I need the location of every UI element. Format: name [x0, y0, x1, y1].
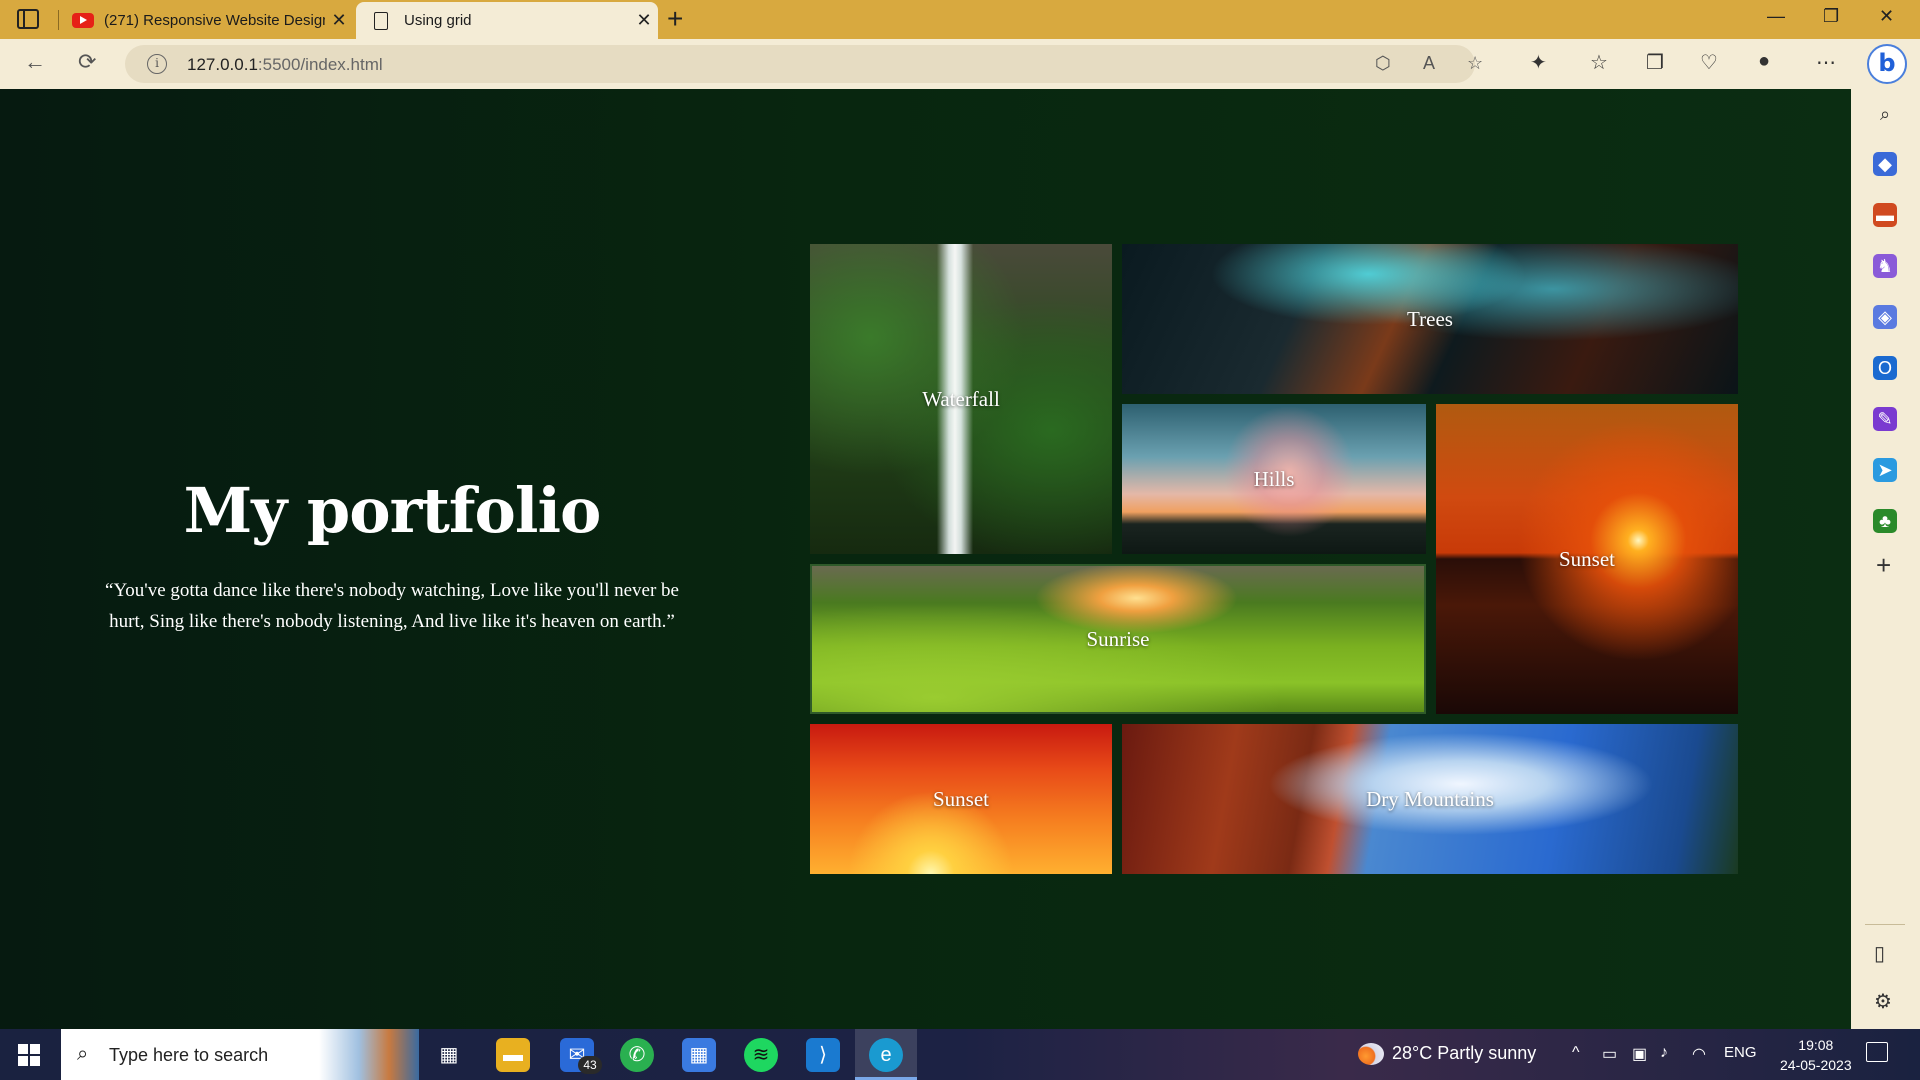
notifications-icon[interactable] — [1866, 1042, 1888, 1062]
partly-sunny-icon — [1358, 1043, 1384, 1066]
extensions-icon[interactable]: ✦ — [1530, 50, 1547, 75]
tools-icon[interactable]: ▬ — [1873, 203, 1897, 227]
restore-button[interactable]: ❐ — [1823, 6, 1839, 27]
tree-icon[interactable]: ♣ — [1873, 509, 1897, 533]
gallery-card-waterfall: Waterfall — [810, 244, 1112, 554]
collections-icon[interactable]: ❐ — [1646, 50, 1664, 75]
add-sidebar-app-icon[interactable]: + — [1876, 552, 1891, 578]
url-text[interactable]: 127.0.0.1:5500/index.html — [187, 55, 383, 75]
shopping-icon[interactable]: ◆ — [1873, 152, 1897, 176]
gallery-card-dry-mountains: Dry Mountains — [1122, 724, 1738, 874]
taskbar-search-box[interactable]: ⌕ Type here to search — [61, 1029, 419, 1080]
clock-time: 19:08 — [1798, 1037, 1834, 1053]
gallery-card-sunset-sky: Sunset — [810, 724, 1112, 874]
add-favorite-icon[interactable]: ☆ — [1467, 53, 1483, 74]
page-viewport: My portfolio “You've gotta dance like th… — [0, 89, 1851, 1029]
volume-icon[interactable]: ♪ — [1660, 1044, 1668, 1062]
bing-chat-button[interactable]: b — [1867, 44, 1907, 84]
search-icon: ⌕ — [77, 1043, 89, 1065]
tab-bar: (271) Responsive Website Design ✕ Using … — [0, 0, 1920, 39]
tab-title: Using grid — [404, 12, 472, 29]
favorites-icon[interactable]: ☆ — [1590, 50, 1608, 75]
hide-sidebar-icon[interactable]: ▯ — [1874, 941, 1885, 966]
gallery-label: Dry Mountains — [1366, 786, 1494, 811]
tab-using-grid[interactable]: Using grid ✕ — [356, 2, 658, 39]
refresh-icon[interactable]: ⟳ — [78, 49, 96, 75]
info-icon[interactable]: i — [147, 54, 167, 74]
quote-text: “You've gotta dance like there's nobody … — [105, 580, 679, 632]
file-explorer-icon[interactable]: ▬ — [496, 1038, 530, 1072]
mail-badge: 43 — [578, 1056, 602, 1074]
image-gallery-grid: Waterfall Trees Hills Sunset Sunrise Sun… — [810, 244, 1738, 874]
url-path: :5500/index.html — [257, 55, 383, 74]
profile-icon[interactable]: ● — [1758, 50, 1770, 73]
microsoft-store-icon[interactable]: ▦ — [682, 1038, 716, 1072]
taskbar: ⌕ Type here to search ▦ ▬ ✉ 43 ✆ ▦ ≋ ⟩ e… — [0, 1029, 1920, 1080]
read-aloud-icon[interactable]: A — [1423, 53, 1435, 74]
task-view-icon[interactable]: ▦ — [432, 1038, 466, 1072]
gallery-label: Trees — [1407, 306, 1453, 331]
gallery-card-sunrise: Sunrise — [810, 564, 1426, 714]
wifi-icon[interactable]: ◠ — [1692, 1044, 1706, 1064]
tab-actions-icon[interactable] — [17, 9, 39, 29]
document-icon — [374, 11, 388, 30]
clock-date: 24-05-2023 — [1780, 1057, 1852, 1073]
search-placeholder: Type here to search — [109, 1045, 269, 1065]
tab-youtube[interactable]: (271) Responsive Website Design ✕ — [63, 2, 353, 39]
clock[interactable]: 19:08 24-05-2023 — [1780, 1035, 1852, 1075]
microsoft-365-icon[interactable]: ◈ — [1873, 305, 1897, 329]
spotify-icon[interactable]: ≋ — [744, 1038, 778, 1072]
back-icon[interactable]: ← — [24, 49, 46, 75]
gallery-label: Hills — [1253, 466, 1295, 491]
tab-separator — [58, 10, 59, 30]
weather-text: 28°C Partly sunny — [1392, 1043, 1537, 1063]
designer-icon[interactable]: ✎ — [1873, 407, 1897, 431]
hero-section: My portfolio “You've gotta dance like th… — [100, 474, 684, 637]
show-hidden-icons-icon[interactable]: ^ — [1572, 1044, 1580, 1062]
vscode-icon[interactable]: ⟩ — [806, 1038, 840, 1072]
gallery-label: Sunset — [932, 786, 989, 811]
games-icon[interactable]: ♞ — [1873, 254, 1897, 278]
url-host: 127.0.0.1 — [187, 55, 258, 74]
whatsapp-icon[interactable]: ✆ — [620, 1038, 654, 1072]
weather-widget[interactable]: 28°C Partly sunny — [1358, 1043, 1537, 1066]
gallery-label: Sunset — [1558, 546, 1615, 571]
drop-icon[interactable]: ➤ — [1873, 458, 1897, 482]
windows-start-icon[interactable] — [18, 1044, 40, 1066]
outlook-icon[interactable]: O — [1873, 356, 1897, 380]
performance-icon[interactable]: ♡ — [1700, 50, 1718, 75]
address-toolbar: ← ⟳ i 127.0.0.1:5500/index.html ⬡ A ☆ ✦ … — [0, 39, 1920, 89]
search-highlight-image — [319, 1029, 419, 1080]
more-options-icon[interactable]: ⋯ — [1816, 50, 1836, 75]
meet-now-icon[interactable]: ▣ — [1632, 1044, 1647, 1064]
gallery-card-sunset-sea: Sunset — [1436, 404, 1738, 714]
close-tab-icon[interactable]: ✕ — [325, 10, 353, 31]
edge-icon[interactable]: e — [869, 1038, 903, 1072]
gallery-card-hills: Hills — [1122, 404, 1426, 554]
gallery-label: Sunrise — [1086, 626, 1150, 651]
sidebar-settings-icon[interactable]: ⚙ — [1874, 989, 1892, 1014]
battery-icon[interactable]: ▭ — [1602, 1044, 1617, 1064]
address-bar[interactable]: i 127.0.0.1:5500/index.html ⬡ A ☆ — [125, 45, 1483, 83]
tab-title: (271) Responsive Website Design — [104, 12, 325, 29]
sidebar-divider — [1865, 924, 1905, 925]
gallery-label: Waterfall — [922, 386, 1000, 411]
gallery-card-trees: Trees — [1122, 244, 1738, 394]
close-tab-icon[interactable]: ✕ — [630, 10, 658, 31]
search-icon[interactable]: ⌕ — [1873, 102, 1897, 126]
language-indicator[interactable]: ENG — [1724, 1044, 1757, 1061]
tracking-prevention-icon[interactable]: ⬡ — [1375, 53, 1391, 74]
close-window-button[interactable]: ✕ — [1879, 6, 1894, 27]
youtube-icon — [72, 13, 94, 28]
new-tab-button[interactable]: + — [667, 5, 683, 33]
edge-sidebar: ⌕ ◆ ▬ ♞ ◈ O ✎ ➤ ♣ + ▯ ⚙ — [1851, 89, 1920, 1029]
page-title: My portfolio — [183, 474, 602, 547]
minimize-button[interactable]: — — [1767, 6, 1785, 27]
